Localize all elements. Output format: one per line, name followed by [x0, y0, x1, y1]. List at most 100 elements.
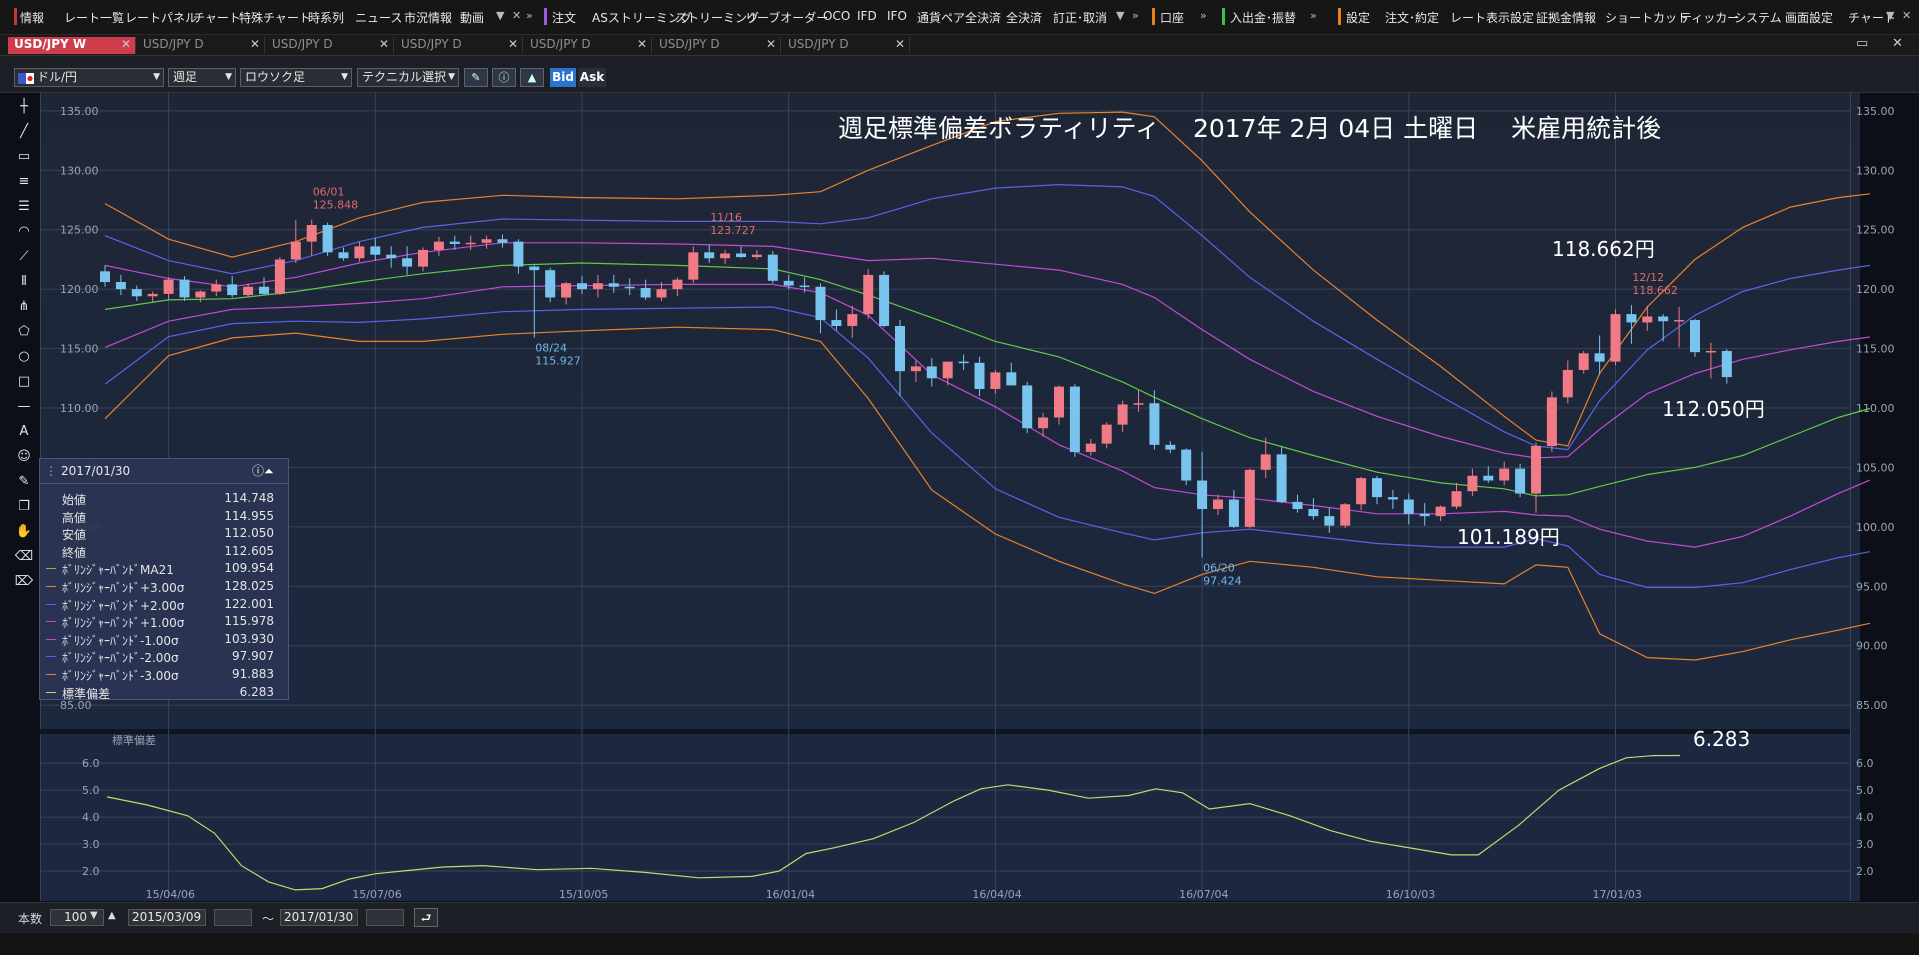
candle-body [1546, 397, 1557, 447]
chevron-down-icon[interactable]: ▼ [90, 910, 98, 921]
chevron-down-icon[interactable]: ▼ [1886, 9, 1894, 22]
chevron-down-icon[interactable]: ▼ [496, 9, 504, 22]
candle-body [736, 253, 746, 258]
time-tick: 16/04/04 [972, 888, 1021, 901]
tab-usdjpy-d[interactable]: USD/JPY D ✕ [137, 37, 265, 54]
menu-repeat-order[interactable]: リーブオーダー [745, 9, 828, 26]
close-icon[interactable]: ✕ [766, 37, 776, 51]
candle-body [847, 314, 858, 326]
candle-body [592, 283, 603, 290]
menu-amend-cancel[interactable]: 訂正･取消 [1053, 9, 1107, 26]
price-tick-left: 120.00 [60, 283, 99, 296]
menu-settings[interactable]: 設定 [1346, 9, 1370, 26]
candle-body [1372, 478, 1382, 498]
close-icon[interactable]: ✕ [508, 37, 518, 51]
candle-body [990, 372, 1001, 389]
legend-swatch [46, 603, 56, 605]
chevron-double-right-icon[interactable]: » [1200, 9, 1207, 22]
chart-type-label: ロウソク足 [245, 70, 306, 84]
info-icon[interactable]: ⓘ⏶ [252, 462, 274, 479]
tab-usdjpy-d[interactable]: USD/JPY D ✕ [653, 37, 781, 54]
to-time-input[interactable] [366, 909, 404, 926]
close-icon[interactable]: ✕ [379, 37, 389, 51]
period-select[interactable]: 週足 ▼ [168, 68, 236, 87]
chevron-up-icon[interactable]: ▲ [108, 910, 116, 921]
return-icon[interactable]: ⮐ [414, 908, 438, 927]
tab-usdjpy-d[interactable]: USD/JPY D ✕ [782, 37, 910, 54]
menu-info[interactable]: 情報 [20, 9, 44, 26]
candle-body [243, 286, 254, 296]
candle-body [1276, 454, 1287, 502]
menu-video[interactable]: 動画 [460, 9, 484, 26]
chevron-double-right-icon[interactable]: » [526, 9, 533, 22]
candle-body [1181, 449, 1192, 481]
menu-news[interactable]: ニュース [355, 9, 402, 26]
candle-body [1721, 350, 1732, 378]
menu-ifd[interactable]: IFD [857, 9, 877, 23]
close-icon[interactable]: ✕ [1892, 36, 1903, 51]
close-icon[interactable]: ✕ [121, 37, 131, 51]
chevron-double-right-icon[interactable]: » [1310, 9, 1317, 22]
tab-usdjpy-w[interactable]: USD/JPY W ✕ [8, 37, 136, 54]
menu-ticker[interactable]: ティッカー [1680, 9, 1739, 26]
candle-body [958, 361, 969, 364]
menu-chart[interactable]: チャート [193, 9, 241, 26]
menu-bulk-settle[interactable]: 通貨ペア全決済 [917, 9, 1001, 26]
menu-rate-panel[interactable]: レートパネル [125, 9, 197, 26]
candle-body [1244, 469, 1255, 527]
close-icon[interactable]: ✕ [895, 37, 905, 51]
candle-body [1642, 316, 1653, 323]
menu-account[interactable]: 口座 [1160, 9, 1184, 26]
menu-oco[interactable]: OCO [823, 9, 850, 23]
candle-body [1324, 516, 1335, 526]
menu-special-chart[interactable]: 特殊チャート [239, 9, 311, 26]
close-icon[interactable]: ✕ [512, 9, 521, 22]
menu-market-info[interactable]: 市況情報 [404, 9, 452, 26]
price-tick-left: 110.00 [60, 402, 99, 415]
close-icon[interactable]: ✕ [637, 37, 647, 51]
close-icon[interactable]: ✕ [1902, 9, 1911, 22]
to-date-input[interactable]: 2017/01/30 [280, 909, 358, 926]
ask-toggle[interactable]: Ask [578, 68, 606, 87]
technical-select[interactable]: テクニカル選択 ▼ [357, 68, 459, 87]
menu-margin-info[interactable]: 証拠金情報 [1536, 9, 1596, 26]
chevron-double-right-icon[interactable]: » [1132, 9, 1139, 22]
tab-usdjpy-d[interactable]: USD/JPY D ✕ [395, 37, 523, 54]
info-icon[interactable]: ⓘ [492, 68, 516, 87]
menu-rate-list[interactable]: レート一覧 [64, 9, 124, 26]
candle-body [815, 286, 826, 321]
candle-body [354, 246, 365, 259]
pencil-icon[interactable]: ✎ [464, 68, 488, 87]
drag-handle-icon[interactable]: ⋮ [45, 464, 57, 478]
menu-ifo[interactable]: IFO [887, 9, 907, 23]
info-row: ﾎﾞﾘﾝｼﾞｬｰﾊﾞﾝﾄﾞ+2.00σ 122.001 [44, 597, 282, 613]
time-tick: 15/10/05 [559, 888, 608, 901]
from-time-input[interactable] [214, 909, 252, 926]
window-restore-icon[interactable]: ▭ [1856, 36, 1868, 51]
menu-time-series[interactable]: 時系列 [308, 9, 344, 26]
chevron-down-icon[interactable]: ▼ [1116, 9, 1124, 22]
bid-toggle[interactable]: Bid [550, 68, 576, 87]
menu-rate-display[interactable]: レート表示設定 [1450, 9, 1534, 26]
time-tick: 17/01/03 [1593, 888, 1642, 901]
menu-shortcut[interactable]: ショートカット [1605, 9, 1689, 26]
tab-usdjpy-d[interactable]: USD/JPY D ✕ [524, 37, 652, 54]
candle-body [290, 241, 301, 260]
candle-body [306, 224, 317, 242]
menu-all-settle[interactable]: 全決済 [1006, 9, 1042, 26]
candle-body [402, 258, 413, 267]
tab-usdjpy-d[interactable]: USD/JPY D ✕ [266, 37, 394, 54]
menu-order[interactable]: 注文 [552, 9, 576, 26]
from-date-input[interactable]: 2015/03/09 [128, 909, 206, 926]
chart-type-select[interactable]: ロウソク足 ▼ [240, 68, 352, 87]
currency-pair-select[interactable]: ドル/円 ▼ [14, 68, 164, 87]
menu-system[interactable]: システム [1734, 9, 1782, 26]
close-icon[interactable]: ✕ [250, 37, 260, 51]
info-row: 始値 114.748 [44, 491, 282, 507]
candle-body [1133, 403, 1144, 405]
menu-deposit[interactable]: 入出金･振替 [1230, 9, 1296, 26]
menu-order-exec[interactable]: 注文･約定 [1385, 9, 1439, 26]
mountain-icon[interactable]: ▲ [520, 68, 544, 87]
info-row-label: ﾎﾞﾘﾝｼﾞｬｰﾊﾞﾝﾄﾞ-2.00σ [62, 651, 179, 666]
menu-screen-settings[interactable]: 画面設定 [1785, 9, 1833, 26]
